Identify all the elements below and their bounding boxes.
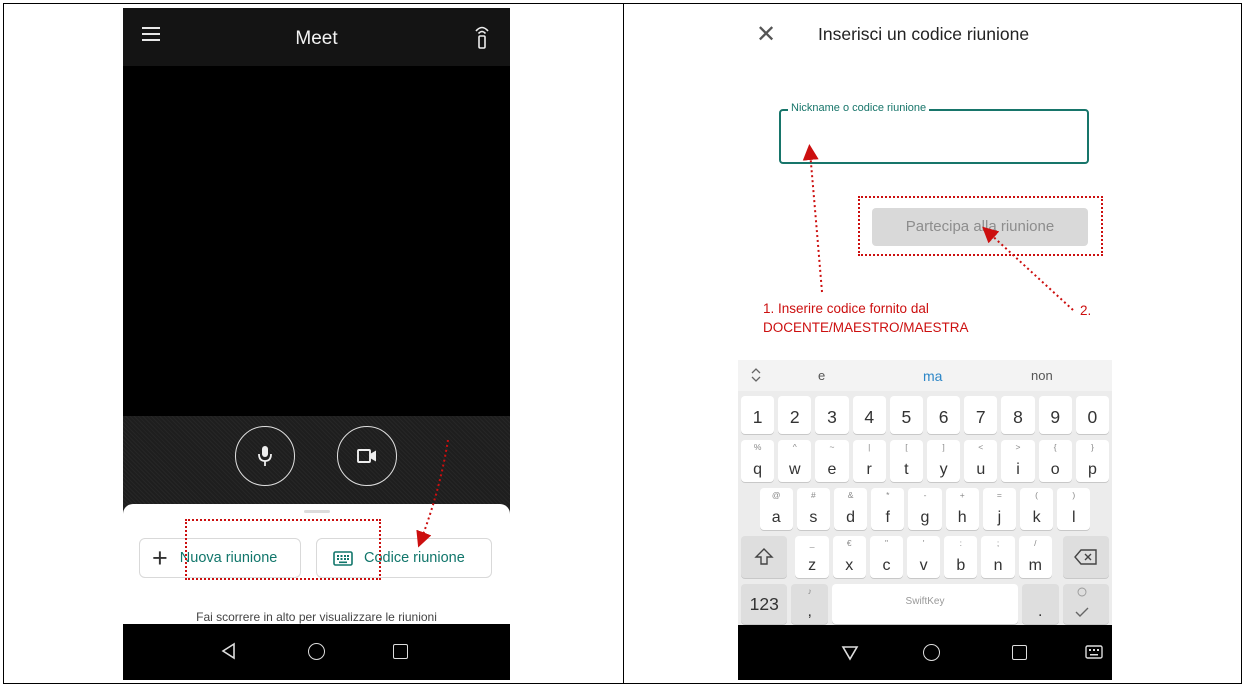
- annotation-arrows: [416, 144, 1074, 548]
- arrow-to-code-field: [802, 144, 823, 293]
- arrow-to-code-button: [416, 439, 449, 548]
- arrow-to-join-button: [982, 226, 1074, 311]
